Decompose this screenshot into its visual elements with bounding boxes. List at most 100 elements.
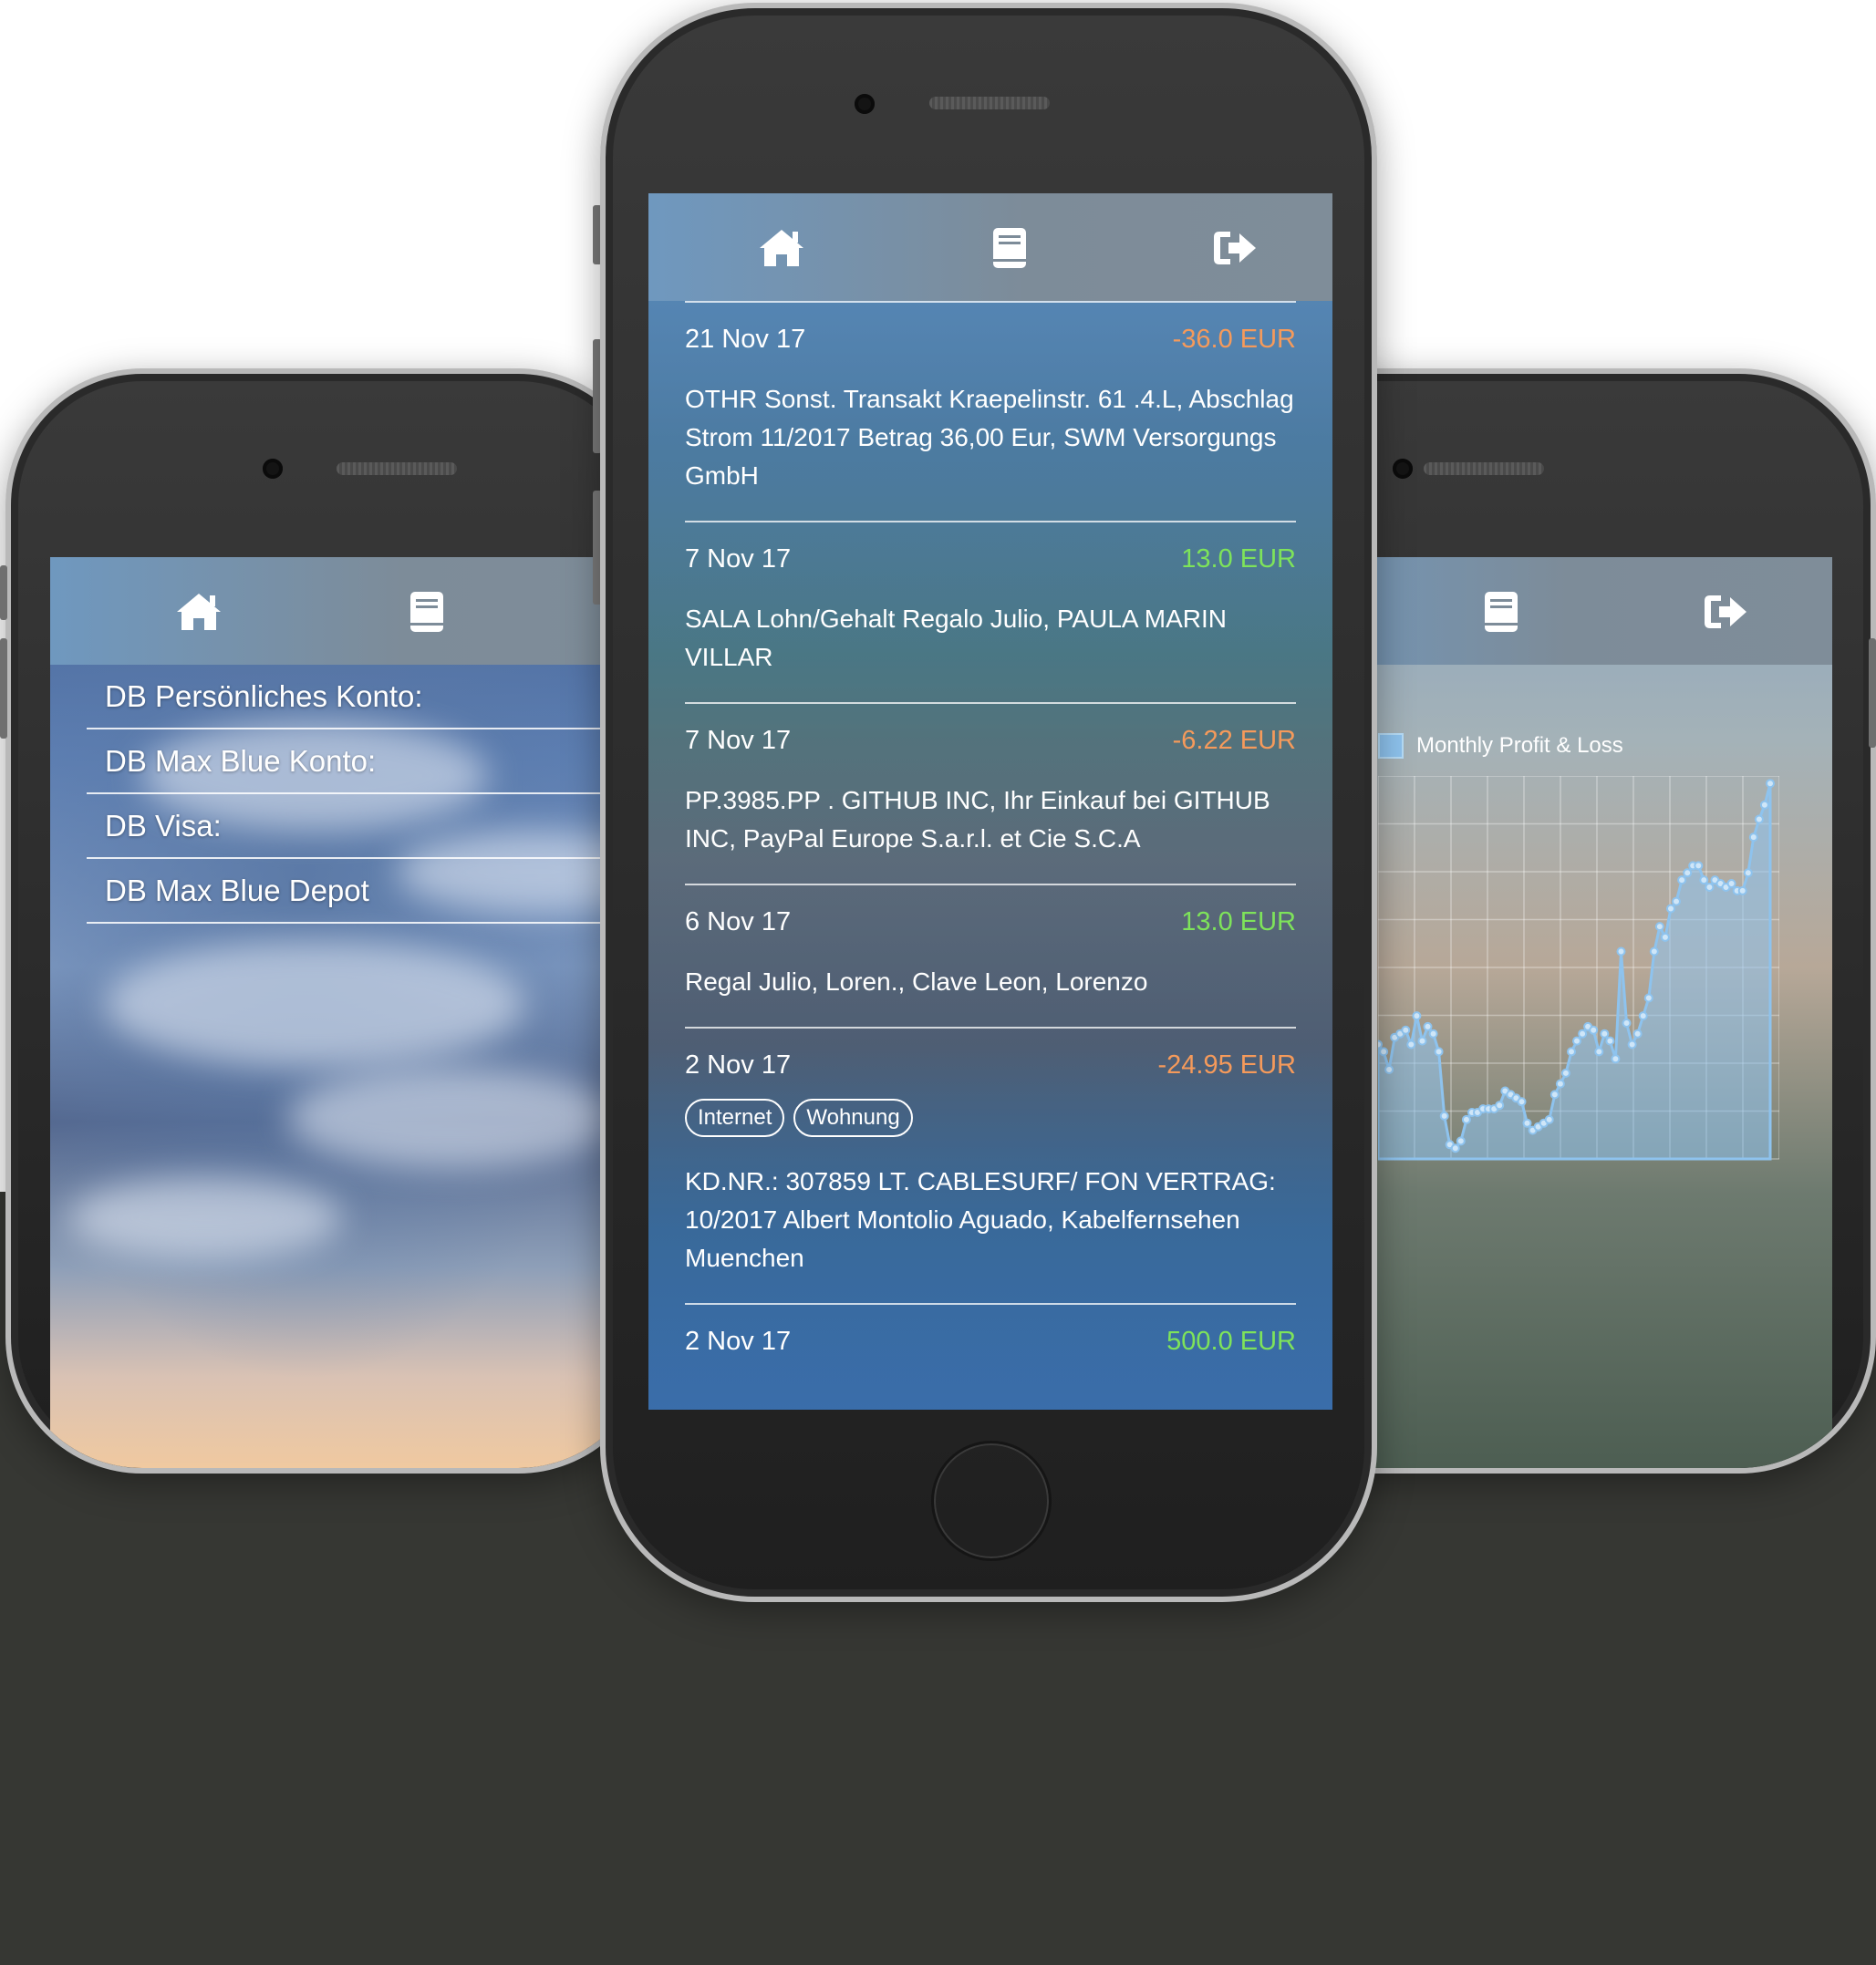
data-point[interactable] (1683, 868, 1693, 878)
account-item[interactable]: DB Persönliches Konto: (87, 665, 649, 729)
transaction-item[interactable]: 7 Nov 17 13.0 EUR SALA Lohn/Gehalt Regal… (685, 521, 1296, 702)
tag-internet[interactable]: Internet (685, 1099, 785, 1137)
data-point[interactable] (1726, 879, 1736, 888)
tag-wohnung[interactable]: Wohnung (793, 1099, 913, 1137)
data-point[interactable] (1406, 1039, 1416, 1050)
data-point[interactable] (1517, 1097, 1527, 1107)
legend-swatch (1378, 733, 1404, 759)
legend-label: Monthly Profit & Loss (1416, 733, 1623, 758)
data-point[interactable] (1578, 1029, 1588, 1039)
data-point[interactable] (1654, 922, 1664, 932)
book-icon[interactable] (982, 221, 1037, 275)
book-icon[interactable] (1474, 584, 1529, 639)
series-area (1378, 782, 1772, 1161)
data-point[interactable] (1384, 1065, 1394, 1074)
nav-bar (50, 557, 649, 665)
transaction-date: 7 Nov 17 (685, 726, 792, 755)
data-point[interactable] (1401, 1025, 1411, 1035)
data-point[interactable] (1378, 1039, 1383, 1050)
data-point[interactable] (1677, 875, 1687, 885)
data-point[interactable] (1495, 1101, 1505, 1111)
account-list: DB Persönliches Konto: DB Max Blue Konto… (87, 665, 649, 924)
data-point[interactable] (1705, 883, 1715, 892)
data-point[interactable] (1379, 1047, 1389, 1057)
data-point[interactable] (1450, 1143, 1460, 1153)
data-point[interactable] (1550, 1090, 1560, 1100)
speaker (1424, 462, 1544, 475)
data-point[interactable] (1759, 800, 1769, 810)
home-button[interactable] (931, 1441, 1052, 1561)
transaction-amount: 13.0 EUR (1181, 907, 1296, 936)
data-point[interactable] (1611, 1054, 1621, 1064)
camera (1393, 459, 1413, 479)
data-point[interactable] (1638, 1011, 1648, 1021)
transaction-amount: -24.95 EUR (1157, 1050, 1296, 1080)
transaction-description: KD.NR.: 307859 LT. CABLESURF/ FON VERTRA… (685, 1167, 1276, 1272)
data-point[interactable] (1737, 885, 1747, 895)
data-point[interactable] (1567, 1047, 1576, 1057)
data-point[interactable] (1589, 1025, 1599, 1035)
camera (263, 459, 283, 479)
data-point[interactable] (1605, 1036, 1615, 1046)
data-point[interactable] (1417, 1036, 1427, 1046)
speaker (929, 97, 1050, 109)
data-point[interactable] (1461, 1114, 1471, 1124)
data-point[interactable] (1649, 946, 1659, 957)
data-point[interactable] (1594, 1047, 1604, 1057)
center-phone: 21 Nov 17 -36.0 EUR OTHR Sonst. Transakt… (600, 3, 1377, 1602)
data-point[interactable] (1672, 896, 1681, 906)
transaction-item[interactable]: 2 Nov 17 -24.95 EUR Internet Wohnung KD.… (685, 1027, 1296, 1303)
data-point[interactable] (1754, 814, 1764, 824)
data-point[interactable] (1572, 1036, 1581, 1046)
accounts-screen: DB Persönliches Konto: DB Max Blue Konto… (50, 557, 649, 1468)
data-point[interactable] (1456, 1136, 1466, 1146)
data-point[interactable] (1643, 993, 1653, 1003)
sign-out-icon[interactable] (1207, 221, 1261, 275)
data-point[interactable] (1423, 1021, 1433, 1031)
home-icon[interactable] (171, 584, 226, 639)
data-point[interactable] (1544, 1114, 1554, 1124)
account-item[interactable]: DB Max Blue Konto: (87, 729, 649, 794)
profit-loss-chart (1378, 776, 1779, 1161)
home-icon[interactable] (754, 221, 809, 275)
sign-out-icon[interactable] (1697, 584, 1752, 639)
account-item[interactable]: DB Visa: (87, 794, 649, 859)
transaction-amount: 500.0 EUR (1166, 1327, 1296, 1356)
transaction-item[interactable]: 21 Nov 17 -36.0 EUR OTHR Sonst. Transakt… (685, 301, 1296, 521)
data-point[interactable] (1766, 779, 1775, 789)
data-point[interactable] (1666, 904, 1675, 914)
data-point[interactable] (1600, 1029, 1610, 1039)
data-point[interactable] (1748, 833, 1758, 843)
data-point[interactable] (1412, 1011, 1422, 1021)
chart-legend: Monthly Profit & Loss (1378, 730, 1623, 761)
transaction-description: SALA Lohn/Gehalt Regalo Julio, PAULA MAR… (685, 605, 1228, 671)
data-point[interactable] (1632, 1029, 1643, 1039)
data-point[interactable] (1428, 1029, 1438, 1039)
data-point[interactable] (1627, 1039, 1637, 1050)
data-point[interactable] (1616, 946, 1626, 957)
transaction-list: 21 Nov 17 -36.0 EUR OTHR Sonst. Transakt… (685, 301, 1296, 1382)
transaction-amount: 13.0 EUR (1181, 544, 1296, 574)
data-point[interactable] (1622, 1019, 1632, 1028)
transaction-description: OTHR Sonst. Transakt Kraepelinstr. 61 .4… (685, 385, 1294, 490)
data-point[interactable] (1660, 932, 1670, 942)
data-point[interactable] (1694, 861, 1704, 871)
transaction-description: Regal Julio, Loren., Clave Leon, Lorenzo (685, 967, 1148, 996)
data-point[interactable] (1522, 1118, 1532, 1128)
camera (855, 94, 875, 114)
account-item[interactable]: DB Max Blue Depot (87, 859, 649, 924)
data-point[interactable] (1560, 1068, 1570, 1078)
transaction-item[interactable]: 7 Nov 17 -6.22 EUR PP.3985.PP . GITHUB I… (685, 702, 1296, 884)
transaction-date: 6 Nov 17 (685, 907, 792, 936)
transaction-date: 21 Nov 17 (685, 325, 806, 354)
data-point[interactable] (1699, 875, 1709, 885)
data-point[interactable] (1555, 1079, 1565, 1089)
data-point[interactable] (1434, 1047, 1444, 1057)
transaction-item[interactable]: 2 Nov 17 500.0 EUR (685, 1303, 1296, 1382)
power-button (1869, 638, 1876, 748)
transaction-item[interactable]: 6 Nov 17 13.0 EUR Regal Julio, Loren., C… (685, 884, 1296, 1027)
book-icon[interactable] (399, 584, 454, 639)
data-point[interactable] (1439, 1111, 1449, 1121)
data-point[interactable] (1743, 868, 1753, 878)
left-phone: DB Persönliches Konto: DB Max Blue Konto… (5, 368, 655, 1474)
